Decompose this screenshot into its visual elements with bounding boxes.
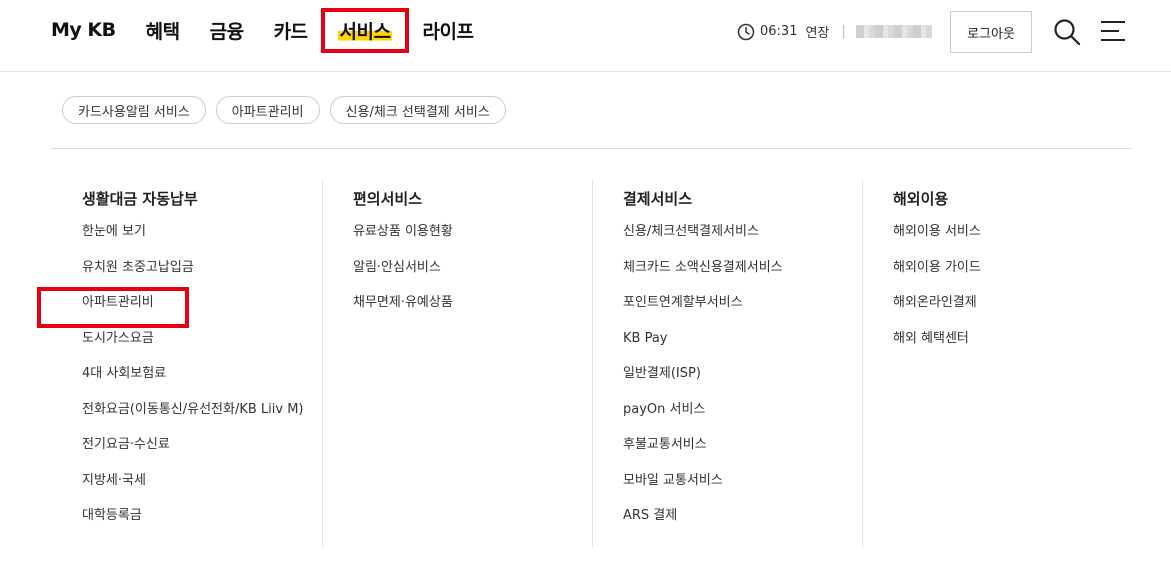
menu-button[interactable] bbox=[1100, 18, 1126, 44]
menu-item-overseas-service[interactable]: 해외이용 서비스 bbox=[893, 222, 1132, 258]
extend-session-button[interactable]: 연장 bbox=[805, 22, 829, 41]
menu-list: 한눈에 보기 유치원 초중고납입금 아파트관리비 도시가스요금 4대 사회보험료… bbox=[82, 222, 322, 542]
section-divider bbox=[51, 148, 1132, 149]
nav-life-label: 라이프 bbox=[422, 20, 474, 43]
nav-finance-label: 금융 bbox=[209, 20, 244, 43]
nav-service[interactable]: 서비스 bbox=[337, 17, 393, 44]
column-overseas: 해외이용 해외이용 서비스 해외이용 가이드 해외온라인결제 해외 혜택센터 bbox=[862, 180, 1132, 547]
menu-item-mobile-transit[interactable]: 모바일 교통서비스 bbox=[623, 471, 862, 507]
nav-benefits-label: 혜택 bbox=[145, 20, 180, 43]
search-button[interactable] bbox=[1052, 17, 1082, 47]
column-payment: 결제서비스 신용/체크선택결제서비스 체크카드 소액신용결제서비스 포인트연계할… bbox=[592, 180, 862, 547]
nav-benefits[interactable]: 혜택 bbox=[146, 17, 180, 44]
menu-item-debt-relief[interactable]: 채무면제·유예상품 bbox=[353, 293, 592, 329]
menu-item-social-insurance[interactable]: 4대 사회보험료 bbox=[82, 364, 322, 400]
nav-service-label: 서비스 bbox=[337, 20, 393, 43]
quick-links: 카드사용알림 서비스 아파트관리비 신용/체크 선택결제 서비스 bbox=[62, 96, 506, 124]
clock-icon bbox=[737, 23, 755, 40]
menu-item-overseas-online[interactable]: 해외온라인결제 bbox=[893, 293, 1132, 329]
logout-button[interactable]: 로그아웃 bbox=[950, 11, 1032, 53]
masked-user-name bbox=[855, 25, 932, 38]
menu-item-overseas-guide[interactable]: 해외이용 가이드 bbox=[893, 258, 1132, 294]
menu-list: 신용/체크선택결제서비스 체크카드 소액신용결제서비스 포인트연계할부서비스 K… bbox=[623, 222, 862, 542]
service-menu-columns: 생활대금 자동납부 한눈에 보기 유치원 초중고납입금 아파트관리비 도시가스요… bbox=[52, 180, 1132, 547]
menu-item-point-installment[interactable]: 포인트연계할부서비스 bbox=[623, 293, 862, 329]
chip-card-alert-service[interactable]: 카드사용알림 서비스 bbox=[62, 96, 206, 124]
menu-item-credit-check-select[interactable]: 신용/체크선택결제서비스 bbox=[623, 222, 862, 258]
menu-list: 해외이용 서비스 해외이용 가이드 해외온라인결제 해외 혜택센터 bbox=[893, 222, 1132, 364]
menu-item-payon[interactable]: payOn 서비스 bbox=[623, 400, 862, 436]
menu-item-paid-products[interactable]: 유료상품 이용현황 bbox=[353, 222, 592, 258]
column-auto-payment: 생활대금 자동납부 한눈에 보기 유치원 초중고납입금 아파트관리비 도시가스요… bbox=[52, 180, 322, 547]
menu-item-postpaid-transit[interactable]: 후불교통서비스 bbox=[623, 435, 862, 471]
menu-item-tax[interactable]: 지방세·국세 bbox=[82, 471, 322, 507]
global-nav: My KB 혜택 금융 카드 서비스 라이프 bbox=[51, 0, 503, 60]
chip-credit-check-payment[interactable]: 신용/체크 선택결제 서비스 bbox=[329, 96, 506, 124]
nav-my-kb-label: My KB bbox=[51, 19, 116, 41]
menu-item-overseas-benefits[interactable]: 해외 혜택센터 bbox=[893, 329, 1132, 365]
menu-list: 유료상품 이용현황 알림·안심서비스 채무면제·유예상품 bbox=[353, 222, 592, 329]
menu-item-alert-safety[interactable]: 알림·안심서비스 bbox=[353, 258, 592, 294]
nav-card[interactable]: 카드 bbox=[274, 17, 308, 44]
menu-item-phone-bill[interactable]: 전화요금(이동통신/유선전화/KB Liiv M) bbox=[82, 400, 322, 436]
top-header: My KB 혜택 금융 카드 서비스 라이프 06:31 연장 | 로그아웃 bbox=[0, 0, 1171, 72]
nav-finance[interactable]: 금융 bbox=[210, 17, 244, 44]
menu-item-ars-payment[interactable]: ARS 결제 bbox=[623, 506, 862, 542]
session-timer: 06:31 연장 | bbox=[737, 22, 932, 41]
menu-item-kb-pay[interactable]: KB Pay bbox=[623, 329, 862, 365]
column-title: 해외이용 bbox=[893, 190, 949, 208]
menu-item-apartment-fee[interactable]: 아파트관리비 bbox=[82, 293, 322, 329]
column-convenience: 편의서비스 유료상품 이용현황 알림·안심서비스 채무면제·유예상품 bbox=[322, 180, 592, 547]
menu-item-isp[interactable]: 일반결제(ISP) bbox=[623, 364, 862, 400]
search-icon bbox=[1054, 19, 1081, 46]
nav-life[interactable]: 라이프 bbox=[422, 17, 473, 44]
separator: | bbox=[841, 24, 846, 39]
menu-item-electric-bill[interactable]: 전기요금·수신료 bbox=[82, 435, 322, 471]
column-title: 생활대금 자동납부 bbox=[82, 190, 198, 208]
column-title: 편의서비스 bbox=[353, 190, 423, 208]
nav-card-label: 카드 bbox=[273, 20, 308, 43]
menu-item-school-fee[interactable]: 유치원 초중고납입금 bbox=[82, 258, 322, 294]
column-title: 결제서비스 bbox=[623, 190, 693, 208]
nav-my-kb[interactable]: My KB bbox=[51, 19, 116, 41]
menu-item-overview[interactable]: 한눈에 보기 bbox=[82, 222, 322, 258]
menu-item-tuition[interactable]: 대학등록금 bbox=[82, 506, 322, 542]
chip-apartment-fee[interactable]: 아파트관리비 bbox=[215, 96, 320, 124]
menu-item-gas-bill[interactable]: 도시가스요금 bbox=[82, 329, 322, 365]
session-time: 06:31 bbox=[760, 24, 798, 39]
hamburger-menu-icon bbox=[1101, 21, 1125, 41]
menu-item-check-micro-credit[interactable]: 체크카드 소액신용결제서비스 bbox=[623, 258, 862, 294]
